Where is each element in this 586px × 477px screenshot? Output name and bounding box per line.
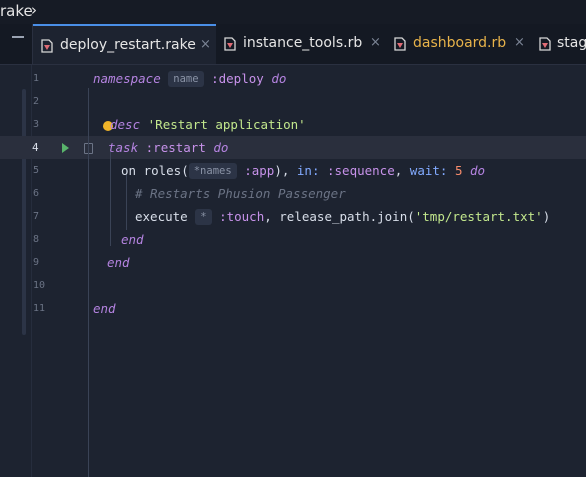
code-line-9: end [107, 251, 130, 274]
symbol: :app [244, 163, 275, 178]
parameter-hint: *names [188, 163, 237, 179]
line-number: 11 [33, 303, 46, 314]
code-line-8: end [121, 228, 144, 251]
close-icon[interactable]: × [200, 37, 211, 52]
line-number: 2 [33, 96, 40, 107]
keyword: do [470, 163, 486, 178]
code-line-6: # Restarts Phusion Passenger [135, 182, 346, 205]
line-number: 6 [33, 188, 40, 199]
tab-label: instance_tools.rb [243, 35, 363, 51]
chevron-right-icon[interactable]: › [31, 1, 37, 19]
keyword: end [121, 232, 144, 247]
code-line-7: execute * :touch, release_path.join('tmp… [135, 205, 550, 228]
breadcrumb: rake › [0, 0, 586, 24]
tab-dashboard-rb[interactable]: dashboard.rb × [386, 24, 531, 64]
indent-guide [88, 88, 89, 477]
keyword: end [93, 301, 116, 316]
indent-guide [110, 149, 111, 246]
line-number: 4 [32, 141, 39, 154]
code-text: ) [542, 209, 551, 224]
keyword: do [271, 71, 287, 86]
line-number: 1 [33, 73, 40, 84]
tab-label: dashboard.rb [413, 35, 507, 51]
symbol: :touch [219, 209, 265, 224]
line-number: 5 [33, 165, 40, 176]
keyword: namespace [93, 71, 161, 86]
tab-deploy-restart-rake[interactable]: deploy_restart.rake × [33, 24, 216, 64]
code-text: , release_path.join( [264, 209, 415, 224]
code-text: , [394, 163, 410, 178]
close-icon[interactable]: × [514, 35, 525, 50]
code-text: execute [135, 209, 188, 224]
close-icon[interactable]: × [370, 35, 381, 50]
line-number: 9 [33, 257, 40, 268]
code-text: ), [274, 163, 297, 178]
string: 'Restart application' [147, 117, 306, 132]
parameter-hint: name [168, 71, 204, 87]
code-line-1: namespace name :deploy do [93, 67, 286, 90]
code-line-5: on roles(*names :app), in: :sequence, wa… [121, 159, 485, 182]
breadcrumb-item[interactable]: rake [0, 2, 33, 20]
symbol: :deploy [211, 71, 264, 86]
collapse-panel-button[interactable] [0, 24, 33, 64]
keyword: do [213, 140, 229, 155]
keyword: task [108, 140, 139, 155]
string: 'tmp/restart.txt' [414, 209, 543, 224]
minus-icon [12, 36, 24, 38]
ruby-file-icon [394, 37, 406, 51]
tab-label: stag [557, 35, 586, 51]
symbol: :restart [145, 140, 206, 155]
keyword: desc [110, 117, 141, 132]
tab-instance-tools-rb[interactable]: instance_tools.rb × [216, 24, 386, 64]
line-number: 8 [33, 234, 40, 245]
gutter-divider [31, 65, 32, 477]
code-editor[interactable]: 1 2 3 4 5 6 7 8 9 10 11 namespace name :… [0, 65, 586, 477]
ruby-file-icon [224, 37, 236, 51]
code-line-11: end [93, 297, 116, 320]
code-line-3: desc 'Restart application' [110, 113, 306, 136]
line-number: 7 [33, 211, 40, 222]
keyword: end [107, 255, 130, 270]
comment: # Restarts Phusion Passenger [135, 186, 346, 201]
tab-label: deploy_restart.rake [60, 37, 196, 53]
code-line-4: task :restart do [108, 136, 228, 159]
parameter-hint: * [195, 209, 212, 225]
ruby-file-icon [41, 39, 53, 53]
number: 5 [454, 163, 463, 178]
code-text: on roles( [121, 163, 189, 178]
scrollbar[interactable] [22, 89, 26, 335]
tab-stag[interactable]: stag [531, 24, 586, 64]
keyword-arg: wait: [409, 163, 448, 178]
ruby-file-icon [539, 37, 551, 51]
line-number: 3 [33, 119, 40, 130]
editor-tab-bar: deploy_restart.rake × instance_tools.rb … [0, 24, 586, 65]
line-number: 10 [33, 280, 46, 291]
keyword-arg: in: [296, 163, 320, 178]
run-icon[interactable] [62, 143, 69, 153]
symbol: :sequence [327, 163, 395, 178]
